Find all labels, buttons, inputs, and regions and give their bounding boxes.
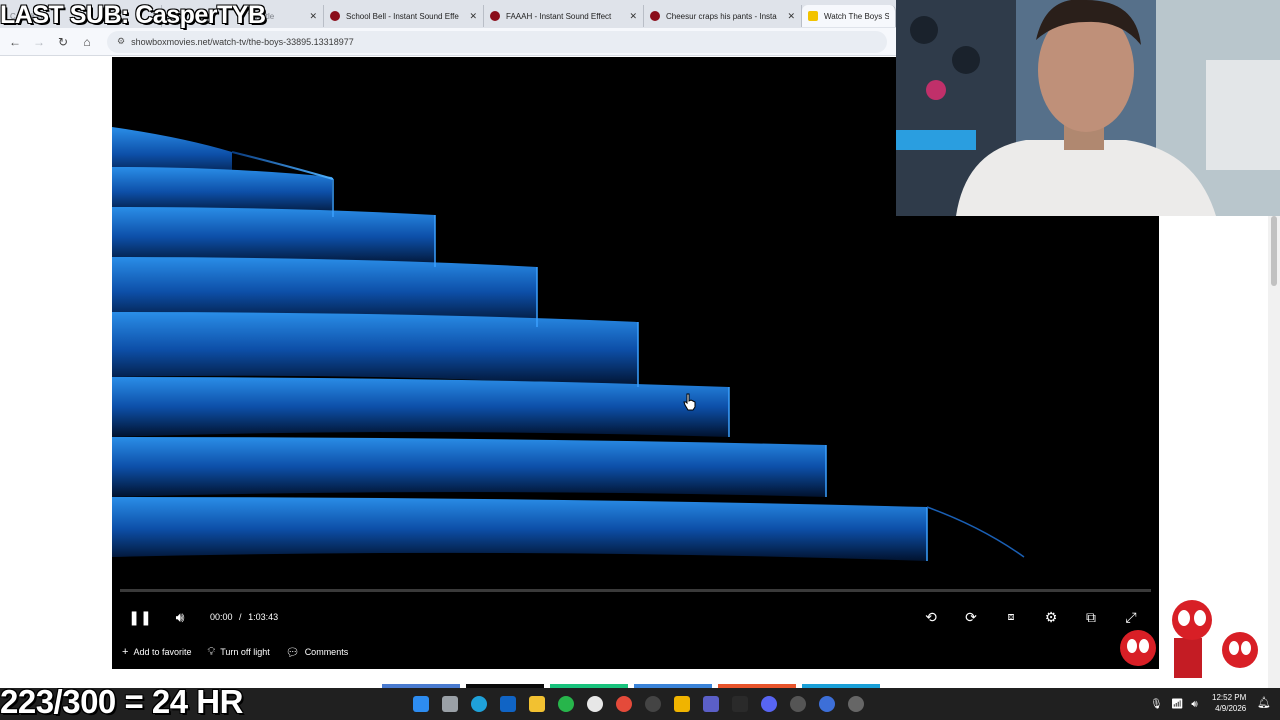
seek-bar[interactable]	[120, 589, 1151, 592]
current-time: 00:00	[210, 612, 233, 622]
time-display: 00:00 / 1:03:43	[208, 612, 280, 622]
time-separator: /	[239, 612, 242, 622]
outlook-icon[interactable]	[493, 688, 522, 720]
last-sub-overlay: LAST SUB: CasperTYB	[0, 1, 266, 29]
home-icon[interactable]: ⌂	[75, 30, 99, 54]
myinstants-icon	[330, 11, 340, 21]
volume-icon[interactable]: 🔊︎	[160, 602, 200, 632]
speaker-icon[interactable]: 🔊︎	[1191, 699, 1197, 710]
browser-tab-active[interactable]: Watch The Boys Seas	[802, 5, 896, 27]
windows-start-icon[interactable]	[406, 688, 435, 720]
comments-button[interactable]: 💬︎ Comments	[286, 646, 348, 659]
screen: Calm Kids Whistle ✕ School Bell - Instan…	[0, 0, 1280, 720]
alien-app-icon[interactable]	[580, 688, 609, 720]
lightbulb-icon: 💡︎	[207, 645, 216, 658]
edge-icon[interactable]	[464, 688, 493, 720]
tab-title: FAAAH - Instant Sound Effect	[506, 11, 612, 21]
plus-icon: +	[122, 646, 129, 658]
player-controls: ❚❚ 🔊︎ 00:00 / 1:03:43 ⟲ ⟳ ⧈ ⚙ ⧉ ⤢	[112, 602, 1159, 632]
turn-off-light-button[interactable]: 💡︎ Turn off light	[207, 646, 269, 659]
store-icon[interactable]	[667, 688, 696, 720]
pause-icon[interactable]: ❚❚	[120, 602, 160, 632]
tab-title: Cheesur craps his pants - Insta	[666, 11, 777, 21]
task-view-icon[interactable]	[435, 688, 464, 720]
chrome-icon[interactable]	[609, 688, 638, 720]
browser-tab[interactable]: Cheesur craps his pants - Insta ✕	[644, 5, 802, 27]
myinstants-icon	[650, 11, 660, 21]
address-bar: ← → ↻ ⌂ ⚙ showboxmovies.net/watch-tv/the…	[0, 28, 896, 56]
hand-cursor-icon	[683, 393, 696, 411]
scrollbar-thumb[interactable]	[1271, 216, 1277, 286]
notification-bell-icon[interactable]: 🔔︎	[1257, 696, 1271, 709]
obs-icon[interactable]	[638, 688, 667, 720]
add-to-favorite-label: Add to favorite	[133, 647, 192, 657]
discord-icon[interactable]	[754, 688, 783, 720]
subathon-overlay: 223/300 = 24 HR	[0, 683, 243, 720]
settings-icon[interactable]	[783, 688, 812, 720]
picture-in-picture-icon[interactable]: ⧉	[1071, 602, 1111, 632]
teams-icon[interactable]	[696, 688, 725, 720]
tab-title: Watch The Boys Seas	[824, 11, 889, 21]
system-tray: 🎙︎ 📶︎ 🔊︎	[1150, 688, 1206, 720]
app-icon[interactable]	[725, 688, 754, 720]
close-tab-icon[interactable]: ✕	[787, 11, 795, 22]
browser-tab[interactable]: FAAAH - Instant Sound Effect ✕	[484, 5, 644, 27]
duration: 1:03:43	[248, 612, 279, 622]
close-tab-icon[interactable]: ✕	[309, 11, 317, 22]
player-actions: + Add to favorite 💡︎ Turn off light 💬︎ C…	[112, 642, 364, 662]
rewind-10-icon[interactable]: ⟲	[911, 602, 951, 632]
page-scrollbar[interactable]	[1268, 216, 1280, 688]
xbox-icon[interactable]	[551, 688, 580, 720]
comments-icon: 💬︎	[285, 646, 300, 659]
forward-arrow-icon[interactable]: →	[27, 30, 51, 54]
app-icon[interactable]	[812, 688, 841, 720]
myinstants-icon	[490, 11, 500, 21]
settings-gear-icon[interactable]: ⚙	[1031, 602, 1071, 632]
webcam-image	[896, 0, 1280, 216]
taskbar-clock[interactable]: 12:52 PM 4/9/2026	[1212, 692, 1246, 714]
forward-10-icon[interactable]: ⟳	[951, 602, 991, 632]
back-arrow-icon[interactable]: ←	[3, 30, 27, 54]
browser-tab[interactable]: School Bell - Instant Sound Effe ✕	[324, 5, 484, 27]
captions-icon[interactable]: ⧈	[991, 602, 1031, 632]
clock-date: 4/9/2026	[1215, 704, 1247, 713]
reload-icon[interactable]: ↻	[51, 30, 75, 54]
file-explorer-icon[interactable]	[522, 688, 551, 720]
app-icon[interactable]	[841, 688, 870, 720]
wifi-icon[interactable]: 📶︎	[1171, 699, 1184, 710]
close-tab-icon[interactable]: ✕	[629, 11, 637, 22]
add-to-favorite-button[interactable]: + Add to favorite	[122, 646, 191, 658]
microphone-icon[interactable]: 🎙︎	[1150, 699, 1163, 710]
spiderman-stickers	[1120, 600, 1258, 678]
turn-off-light-label: Turn off light	[220, 647, 270, 657]
showbox-icon	[808, 11, 818, 21]
close-tab-icon[interactable]: ✕	[469, 11, 477, 22]
clock-time: 12:52 PM	[1212, 693, 1247, 702]
url-field[interactable]: ⚙ showboxmovies.net/watch-tv/the-boys-33…	[107, 30, 887, 53]
tab-title: School Bell - Instant Sound Effe	[346, 11, 459, 21]
url-text: showboxmovies.net/watch-tv/the-boys-3389…	[131, 36, 354, 47]
webcam-feed	[896, 0, 1280, 216]
taskbar-apps	[406, 688, 870, 720]
site-info-icon[interactable]: ⚙	[117, 36, 125, 47]
comments-label: Comments	[304, 647, 349, 657]
